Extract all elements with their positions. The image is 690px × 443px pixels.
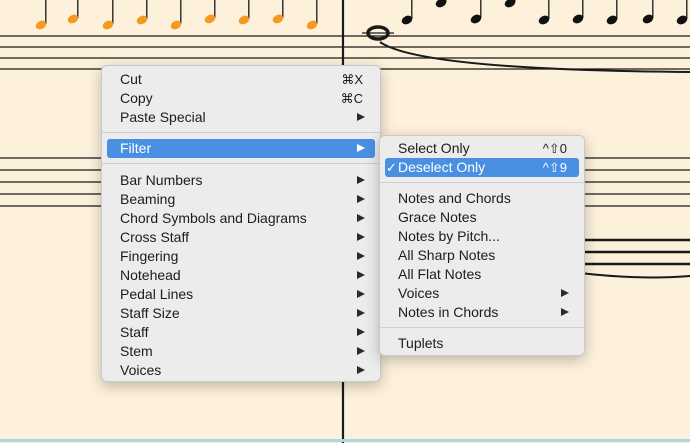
submenu-item-notes-in-chords[interactable]: Notes in Chords bbox=[385, 303, 579, 322]
menu-item-stem[interactable]: Stem bbox=[107, 342, 375, 361]
submenu-item-all-sharp-notes[interactable]: All Sharp Notes bbox=[385, 246, 579, 265]
menu-item-label: Tuplets bbox=[398, 335, 444, 351]
menu-item-label: Fingering bbox=[120, 248, 179, 264]
submenu-arrow-icon bbox=[357, 309, 365, 317]
menu-item-cut[interactable]: Cut ⌘X bbox=[107, 70, 375, 89]
menu-separator bbox=[102, 132, 380, 133]
selected-note[interactable] bbox=[169, 0, 182, 31]
menu-item-staff[interactable]: Staff bbox=[107, 323, 375, 342]
checkmark-icon: ✓ bbox=[386, 160, 397, 175]
submenu-arrow-icon bbox=[357, 347, 365, 355]
menu-item-label: Cut bbox=[120, 71, 142, 87]
note[interactable] bbox=[605, 0, 618, 26]
selected-note[interactable] bbox=[34, 0, 47, 31]
submenu-item-select-only[interactable]: Select Only ^⇧0 bbox=[385, 139, 579, 158]
selected-note[interactable] bbox=[135, 0, 148, 26]
submenu-item-notes-by-pitch[interactable]: Notes by Pitch... bbox=[385, 227, 579, 246]
menu-item-label: Notes in Chords bbox=[398, 304, 499, 320]
menu-item-bar-numbers[interactable]: Bar Numbers bbox=[107, 171, 375, 190]
menu-item-paste-special[interactable]: Paste Special bbox=[107, 108, 375, 127]
menu-item-voices[interactable]: Voices bbox=[107, 361, 375, 380]
menu-separator bbox=[102, 163, 380, 164]
submenu-item-voices[interactable]: Voices bbox=[385, 284, 579, 303]
menu-item-staff-size[interactable]: Staff Size bbox=[107, 304, 375, 323]
menu-item-label: Voices bbox=[398, 285, 440, 301]
submenu-arrow-icon bbox=[357, 366, 365, 374]
menu-item-label: Filter bbox=[120, 140, 152, 156]
note[interactable] bbox=[641, 0, 654, 25]
menu-item-label: Copy bbox=[120, 90, 153, 106]
black-notes[interactable] bbox=[400, 0, 688, 26]
selected-note[interactable] bbox=[271, 0, 284, 25]
note[interactable] bbox=[537, 0, 550, 26]
submenu-arrow-icon bbox=[561, 289, 569, 297]
submenu-arrow-icon bbox=[357, 144, 365, 152]
selected-note[interactable] bbox=[305, 0, 318, 31]
submenu-item-grace-notes[interactable]: Grace Notes bbox=[385, 208, 579, 227]
shortcut-label: ^⇧9 bbox=[542, 160, 567, 175]
menu-item-label: Staff Size bbox=[120, 305, 180, 321]
shortcut-label: ⌘X bbox=[341, 72, 363, 87]
menu-item-fingering[interactable]: Fingering bbox=[107, 247, 375, 266]
submenu-item-deselect-only[interactable]: ✓ Deselect Only ^⇧9 bbox=[385, 158, 579, 177]
note[interactable] bbox=[400, 0, 413, 26]
menu-item-label: Notes and Chords bbox=[398, 190, 511, 206]
menu-item-label: Cross Staff bbox=[120, 229, 189, 245]
submenu-arrow-icon bbox=[357, 252, 365, 260]
submenu-arrow-icon bbox=[357, 176, 365, 184]
menu-item-copy[interactable]: Copy ⌘C bbox=[107, 89, 375, 108]
shortcut-label: ⌘C bbox=[340, 91, 363, 106]
submenu-item-all-flat-notes[interactable]: All Flat Notes bbox=[385, 265, 579, 284]
menu-item-pedal-lines[interactable]: Pedal Lines bbox=[107, 285, 375, 304]
selected-notes[interactable] bbox=[34, 0, 318, 31]
note[interactable] bbox=[571, 0, 584, 25]
menu-item-label: Chord Symbols and Diagrams bbox=[120, 210, 307, 226]
menu-item-notehead[interactable]: Notehead bbox=[107, 266, 375, 285]
menu-separator bbox=[380, 182, 584, 183]
page-bottom-border bbox=[0, 439, 690, 442]
menu-item-label: Paste Special bbox=[120, 109, 206, 125]
menu-item-label: Pedal Lines bbox=[120, 286, 194, 302]
menu-item-label: Voices bbox=[120, 362, 162, 378]
submenu-arrow-icon bbox=[561, 308, 569, 316]
submenu-arrow-icon bbox=[357, 113, 365, 121]
selected-note[interactable] bbox=[237, 0, 250, 26]
note[interactable] bbox=[469, 0, 482, 25]
tie-lower bbox=[579, 272, 690, 279]
submenu-arrow-icon bbox=[357, 233, 365, 241]
menu-item-label: Grace Notes bbox=[398, 209, 477, 225]
menu-item-chord-symbols[interactable]: Chord Symbols and Diagrams bbox=[107, 209, 375, 228]
selected-note[interactable] bbox=[66, 0, 79, 25]
menu-item-label: Beaming bbox=[120, 191, 176, 207]
shortcut-label: ^⇧0 bbox=[542, 141, 567, 156]
menu-item-label: Bar Numbers bbox=[120, 172, 203, 188]
selected-note[interactable] bbox=[203, 0, 216, 25]
context-menu: Cut ⌘X Copy ⌘C Paste Special Filter Bar … bbox=[101, 65, 381, 382]
lower-staff-2 bbox=[580, 238, 690, 266]
submenu-item-tuplets[interactable]: Tuplets bbox=[385, 334, 579, 353]
menu-separator bbox=[380, 327, 584, 328]
menu-item-label: All Sharp Notes bbox=[398, 247, 496, 263]
menu-item-label: Deselect Only bbox=[398, 159, 486, 175]
submenu-arrow-icon bbox=[357, 328, 365, 336]
menu-item-cross-staff[interactable]: Cross Staff bbox=[107, 228, 375, 247]
note[interactable] bbox=[434, 0, 447, 9]
note[interactable] bbox=[675, 0, 688, 26]
submenu-arrow-icon bbox=[357, 195, 365, 203]
menu-item-label: Notehead bbox=[120, 267, 181, 283]
menu-item-label: Stem bbox=[120, 343, 153, 359]
menu-item-label: Notes by Pitch... bbox=[398, 228, 500, 244]
submenu-arrow-icon bbox=[357, 271, 365, 279]
filter-submenu: Select Only ^⇧0 ✓ Deselect Only ^⇧9 Note… bbox=[379, 135, 585, 356]
selected-note[interactable] bbox=[101, 0, 114, 31]
submenu-item-notes-and-chords[interactable]: Notes and Chords bbox=[385, 189, 579, 208]
submenu-arrow-icon bbox=[357, 290, 365, 298]
note[interactable] bbox=[503, 0, 516, 9]
menu-item-label: Staff bbox=[120, 324, 149, 340]
menu-item-label: All Flat Notes bbox=[398, 266, 482, 282]
menu-item-label: Select Only bbox=[398, 140, 470, 156]
menu-item-beaming[interactable]: Beaming bbox=[107, 190, 375, 209]
menu-item-filter[interactable]: Filter bbox=[107, 139, 375, 158]
submenu-arrow-icon bbox=[357, 214, 365, 222]
